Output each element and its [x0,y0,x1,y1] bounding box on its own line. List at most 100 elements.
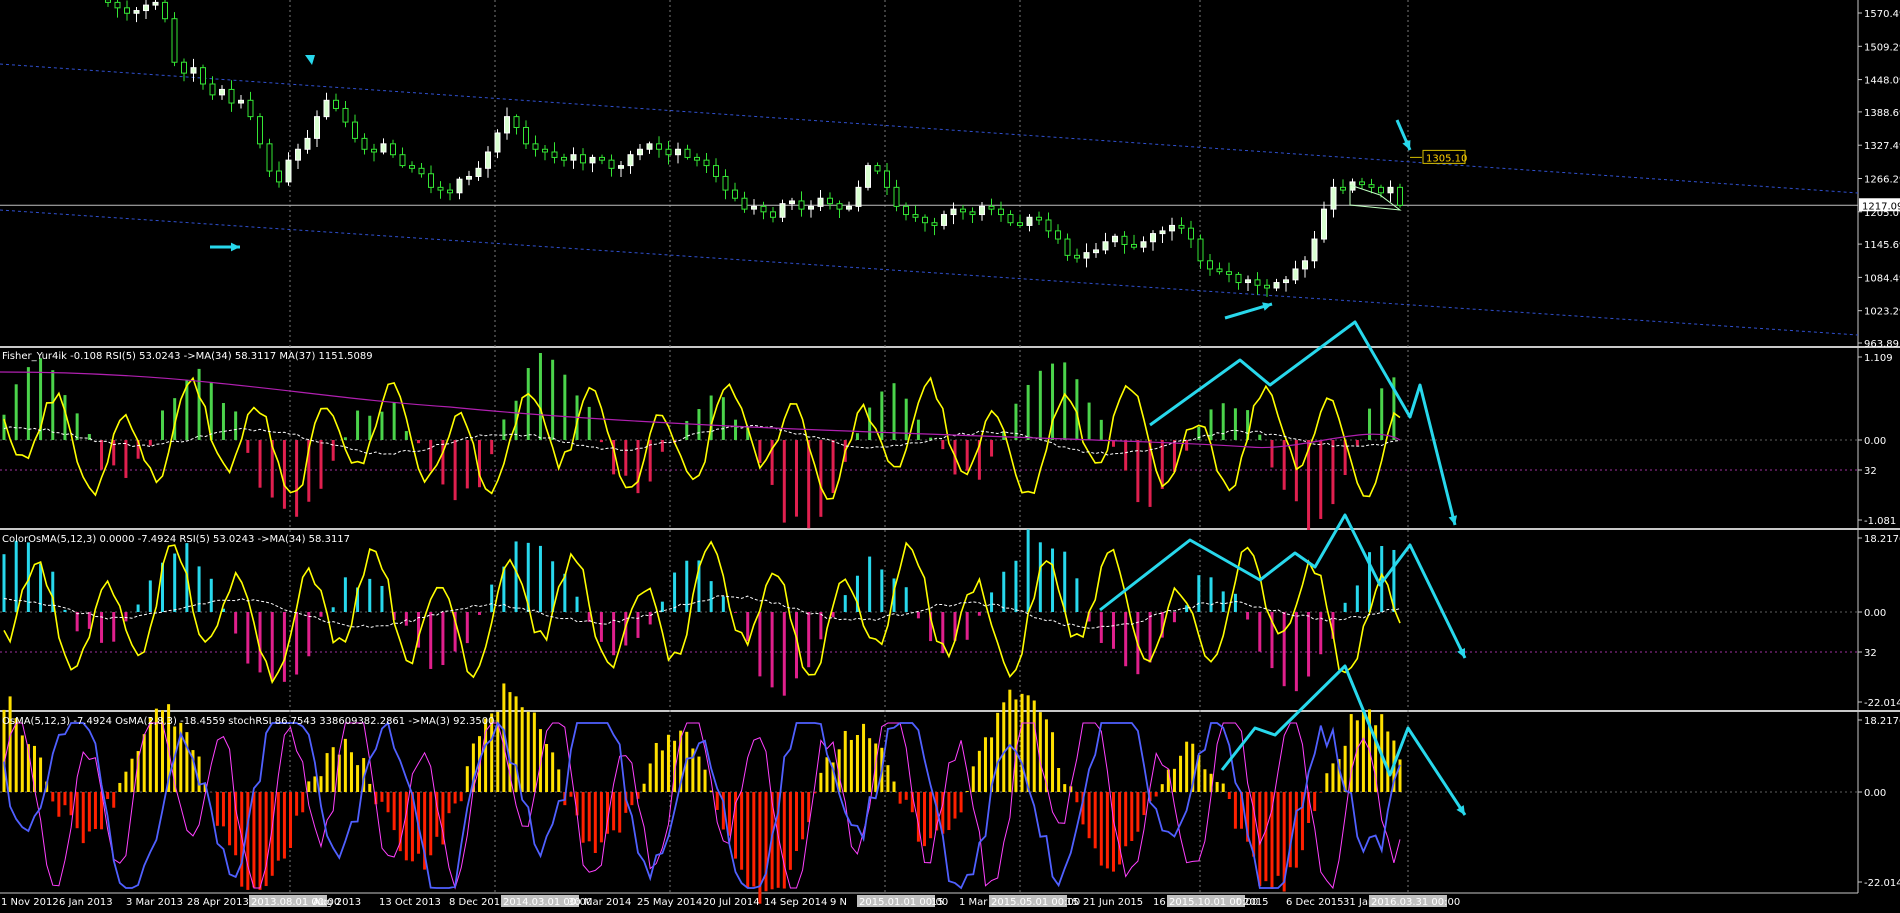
candle [1360,178,1365,190]
histogram-bar [893,782,896,792]
histogram-bar [307,781,310,792]
candle-body [1227,272,1232,275]
candle [1303,256,1308,278]
candle-body [153,2,158,5]
candle [448,183,453,200]
candle [932,218,937,235]
histogram-bar [1088,403,1091,440]
histogram-bar [100,440,103,470]
candle-body [533,144,538,149]
histogram-bar [1270,440,1273,467]
histogram-bar [1112,792,1115,872]
indicator-tick-label: 18.2176 [1864,716,1900,727]
histogram-bar [795,792,798,851]
candle [514,114,519,134]
candle-body [353,122,358,138]
candle-body [951,209,956,214]
candle-body [590,157,595,162]
candle-body [733,190,738,198]
candle-body [1284,280,1289,283]
histogram-bar [746,792,749,888]
candle [1388,180,1393,201]
candle [1217,263,1222,275]
histogram-bar [588,407,591,440]
histogram-bar [143,734,146,792]
histogram-bar [1295,612,1298,691]
histogram-bar [996,713,999,792]
candle [961,205,966,220]
candle [790,198,795,210]
histogram-bar [1142,792,1145,815]
histogram-bar [1185,440,1188,451]
indicator-tick-label: 32 [1864,466,1877,477]
histogram-bar [1210,409,1213,440]
candle-body [1179,225,1184,228]
histogram-bar [966,440,969,471]
candle-body [837,204,842,209]
histogram-bar [1277,792,1280,876]
histogram-bar [819,612,822,639]
histogram-bar [234,612,237,634]
candle [799,191,804,216]
candle-body [248,100,253,116]
candle [1037,212,1042,225]
fisher-header: Fisher_Yur4ik -0.108 RSI(5) 53.0243 ->MA… [2,351,373,362]
time-label: 1 Mar [959,897,988,908]
candle-body [1037,217,1042,220]
candle [115,0,120,18]
time-label: 15 [931,897,944,908]
candle-body [543,149,548,152]
price-tick-label: 1509.29 [1864,42,1900,53]
histogram-bar [405,792,408,860]
colorosma-projection-arrow [1100,515,1465,658]
candle [875,162,880,174]
candle-body [410,166,415,169]
indicator-tick-label: 32 [1864,648,1877,659]
histogram-bar [15,718,18,792]
histogram-bar [899,792,902,804]
time-label: t 2015 [1236,897,1269,908]
candle-body [115,2,120,7]
histogram-bar [801,792,804,839]
histogram-bar [960,792,963,812]
candle-body [362,138,367,149]
price-tick-label: 1327.49 [1864,141,1900,152]
candle [1198,235,1203,269]
candle [609,155,614,177]
histogram-bar [3,415,6,440]
histogram-bar [1368,409,1371,440]
histogram-bar [1075,578,1078,612]
histogram-bar [557,769,560,792]
histogram-bar [758,440,761,463]
candle-body [267,144,272,171]
histogram-bar [1258,612,1261,652]
candle [1008,210,1013,226]
candle [144,0,149,19]
candle-body [296,149,301,160]
histogram-bar [1325,773,1328,792]
histogram-bar [667,735,670,792]
candle-body [1075,255,1080,258]
candle-body [780,204,785,218]
histogram-bar [990,440,993,457]
histogram-bar [1155,792,1158,797]
candle-body [600,157,605,160]
time-label: 1 Nov 2012 [1,897,59,908]
histogram-bar [246,792,249,890]
candle-body [809,206,814,209]
candle-body [1217,269,1222,272]
histogram-bar [728,792,731,836]
histogram-bar [429,792,432,855]
histogram-bar [624,440,627,476]
histogram-bar [716,792,719,810]
candle-body [942,215,947,226]
histogram-bar [649,763,652,792]
candle [229,80,234,112]
current-price-label: 1217.09 [1862,201,1900,212]
candle [1103,233,1108,254]
candle [533,136,538,157]
candle-body [239,100,244,103]
indicator-headers: Fisher_Yur4ik -0.108 RSI(5) 53.0243 ->MA… [2,351,495,727]
candle [828,192,833,209]
stoch-rsi-line [4,723,1400,888]
